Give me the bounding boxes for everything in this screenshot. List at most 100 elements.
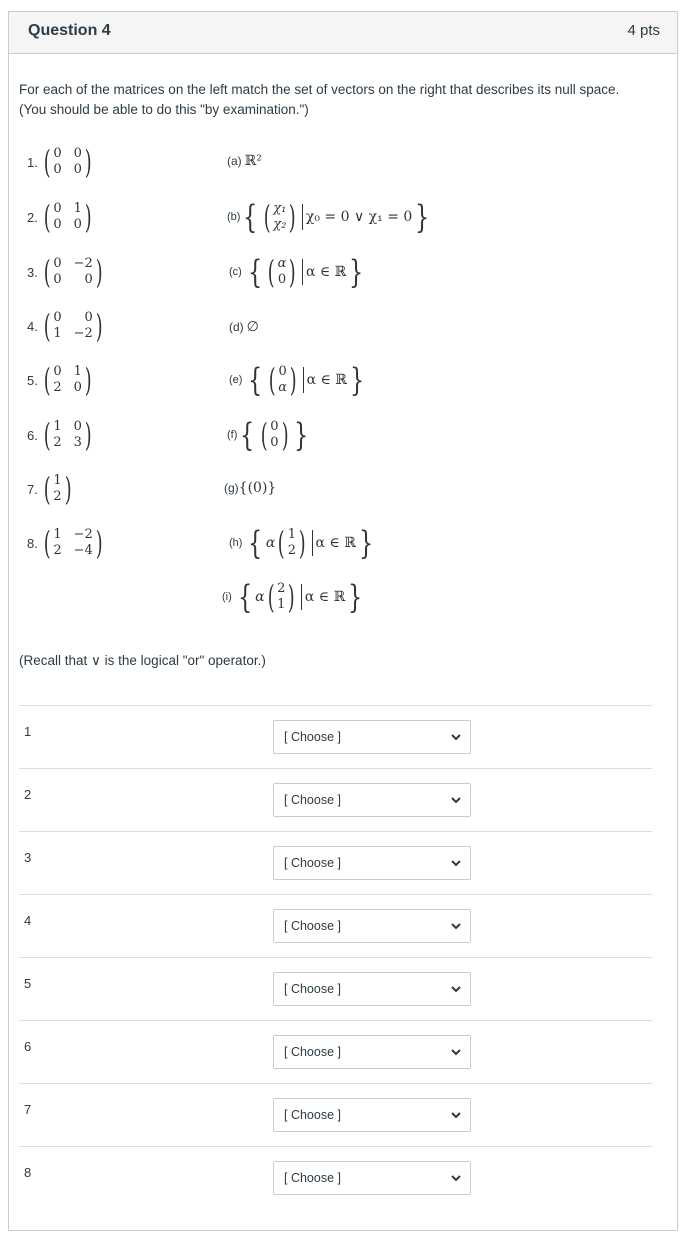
matrix-cell: 2: [53, 380, 62, 395]
set-condition: α ∈ ℝ: [304, 589, 346, 605]
option-label: (e): [229, 374, 243, 386]
matrix-cell: 0: [53, 364, 62, 379]
matrix-cell: 3: [73, 435, 82, 450]
answer-select-4[interactable]: [ Choose ]: [273, 909, 471, 943]
matrix-cell: 0: [53, 201, 62, 216]
set-condition: α ∈ ℝ: [306, 372, 347, 388]
set-condition: α ∈ ℝ: [305, 264, 347, 280]
matrix-label: 2.: [27, 209, 38, 225]
answer-row-3: 3 [ Choose ]: [19, 831, 652, 894]
matrix-cell: 0: [84, 310, 93, 325]
vector-entry: 0: [270, 435, 279, 450]
matrix-cell: 0: [73, 217, 82, 232]
answer-row-6: 6 [ Choose ]: [19, 1020, 652, 1083]
option-i: (i) { α ( 2 1 ) α ∈ ℝ }: [222, 578, 363, 616]
select-value: [ Choose ]: [284, 730, 341, 744]
matrix-1: 1. ( 00 00 ): [27, 143, 92, 181]
option-label: (i): [222, 591, 232, 603]
answer-row-7: 7 [ Choose ]: [19, 1083, 652, 1146]
matrix-cell: 1: [73, 364, 82, 379]
set-condition: α ∈ ℝ: [315, 535, 356, 551]
answer-number: 4: [24, 913, 32, 928]
option-set: ℝ²: [244, 153, 262, 169]
question-header: Question 4 4 pts: [9, 12, 677, 54]
matrix-cell: 0: [73, 162, 82, 177]
matrix-6: 6. ( 10 23 ): [27, 416, 92, 454]
answer-select-2[interactable]: [ Choose ]: [273, 783, 471, 817]
answer-list: 1 [ Choose ] 2 [ Choose ] 3 [ Choose ] 4…: [19, 705, 652, 1209]
matrix-label: 1.: [27, 154, 38, 170]
matrix-cell: 0: [53, 310, 62, 325]
answer-row-8: 8 [ Choose ]: [19, 1146, 652, 1209]
option-label: (d): [229, 320, 244, 334]
option-f: (f) { ( 0 0 ) }: [227, 416, 309, 454]
option-e: (e) { ( 0 α ) α ∈ ℝ }: [229, 361, 365, 399]
matrix-cell: 0: [73, 380, 82, 395]
matrix-cell: 1: [53, 527, 62, 542]
answer-select-7[interactable]: [ Choose ]: [273, 1098, 471, 1132]
matrix-label: 7.: [27, 481, 38, 497]
matrix-cell: 0: [73, 419, 82, 434]
chevron-down-icon: [451, 923, 461, 930]
answer-number: 8: [24, 1165, 32, 1180]
option-label: (c): [229, 266, 242, 278]
vector-entry: 1: [277, 597, 286, 612]
matrix-cell: 1: [53, 419, 62, 434]
option-label: (h): [229, 537, 243, 549]
select-value: [ Choose ]: [284, 793, 341, 807]
option-b: (b) { ( χ₁ χ₂ ) χ₀ = 0 ∨ χ₁ = 0 }: [227, 198, 430, 236]
answer-select-3[interactable]: [ Choose ]: [273, 846, 471, 880]
matrix-label: 4.: [27, 318, 38, 334]
matrix-cell: 0: [84, 272, 93, 287]
answer-row-4: 4 [ Choose ]: [19, 894, 652, 957]
option-label: (b): [227, 211, 241, 223]
select-value: [ Choose ]: [284, 1045, 341, 1059]
matrix-3: 3. ( 0 −2 00 ): [27, 253, 103, 291]
answer-number: 7: [24, 1102, 32, 1117]
answer-select-1[interactable]: [ Choose ]: [273, 720, 471, 754]
matrix-cell: 0: [53, 272, 62, 287]
select-value: [ Choose ]: [284, 1171, 341, 1185]
set-condition: χ₀ = 0 ∨ χ₁ = 0: [305, 209, 413, 225]
question-title: Question 4: [28, 22, 111, 39]
vector-entry: χ₂: [273, 217, 287, 232]
option-g: (g) {(0)}: [224, 480, 276, 496]
matrix-label: 8.: [27, 535, 38, 551]
matrix-label: 5.: [27, 372, 38, 388]
chevron-down-icon: [451, 797, 461, 804]
vector-entry: 0: [277, 272, 287, 287]
answer-select-6[interactable]: [ Choose ]: [273, 1035, 471, 1069]
select-value: [ Choose ]: [284, 919, 341, 933]
matrix-4: 4. ( 00 1 −2 ): [27, 307, 103, 345]
matrix-cell: 2: [53, 543, 62, 558]
matrix-cell: 1: [53, 326, 62, 341]
matrix-cell: 2: [53, 435, 62, 450]
recall-note: (Recall that ∨ is the logical "or" opera…: [19, 653, 266, 668]
option-set: {(0)}: [238, 480, 277, 496]
matrix-cell: −2: [73, 527, 93, 542]
question-intro: For each of the matrices on the left mat…: [19, 82, 620, 117]
select-value: [ Choose ]: [284, 982, 341, 996]
matrix-cell: 0: [53, 256, 62, 271]
vector-entry: 2: [287, 543, 297, 558]
vector-entry: α: [278, 380, 288, 395]
option-set: ∅: [246, 319, 259, 335]
matrix-cell: −2: [73, 326, 93, 341]
option-d: (d) ∅: [229, 319, 259, 335]
answer-row-1: 1 [ Choose ]: [19, 705, 652, 768]
matrix-cell: 1: [73, 201, 82, 216]
chevron-down-icon: [451, 1049, 461, 1056]
answer-select-5[interactable]: [ Choose ]: [273, 972, 471, 1006]
matrix-cell: 0: [53, 217, 62, 232]
matrix-label: 3.: [27, 264, 38, 280]
option-label: (g): [224, 481, 239, 495]
vector-entry: 1: [287, 527, 297, 542]
matrix-cell: 2: [53, 489, 62, 504]
option-label: (f): [227, 429, 238, 441]
chevron-down-icon: [451, 1175, 461, 1182]
vector-entry: 2: [277, 581, 286, 596]
option-c: (c) { ( α 0 ) α ∈ ℝ }: [229, 253, 364, 291]
answer-select-8[interactable]: [ Choose ]: [273, 1161, 471, 1195]
select-value: [ Choose ]: [284, 1108, 341, 1122]
matrix-cell: 0: [53, 146, 62, 161]
